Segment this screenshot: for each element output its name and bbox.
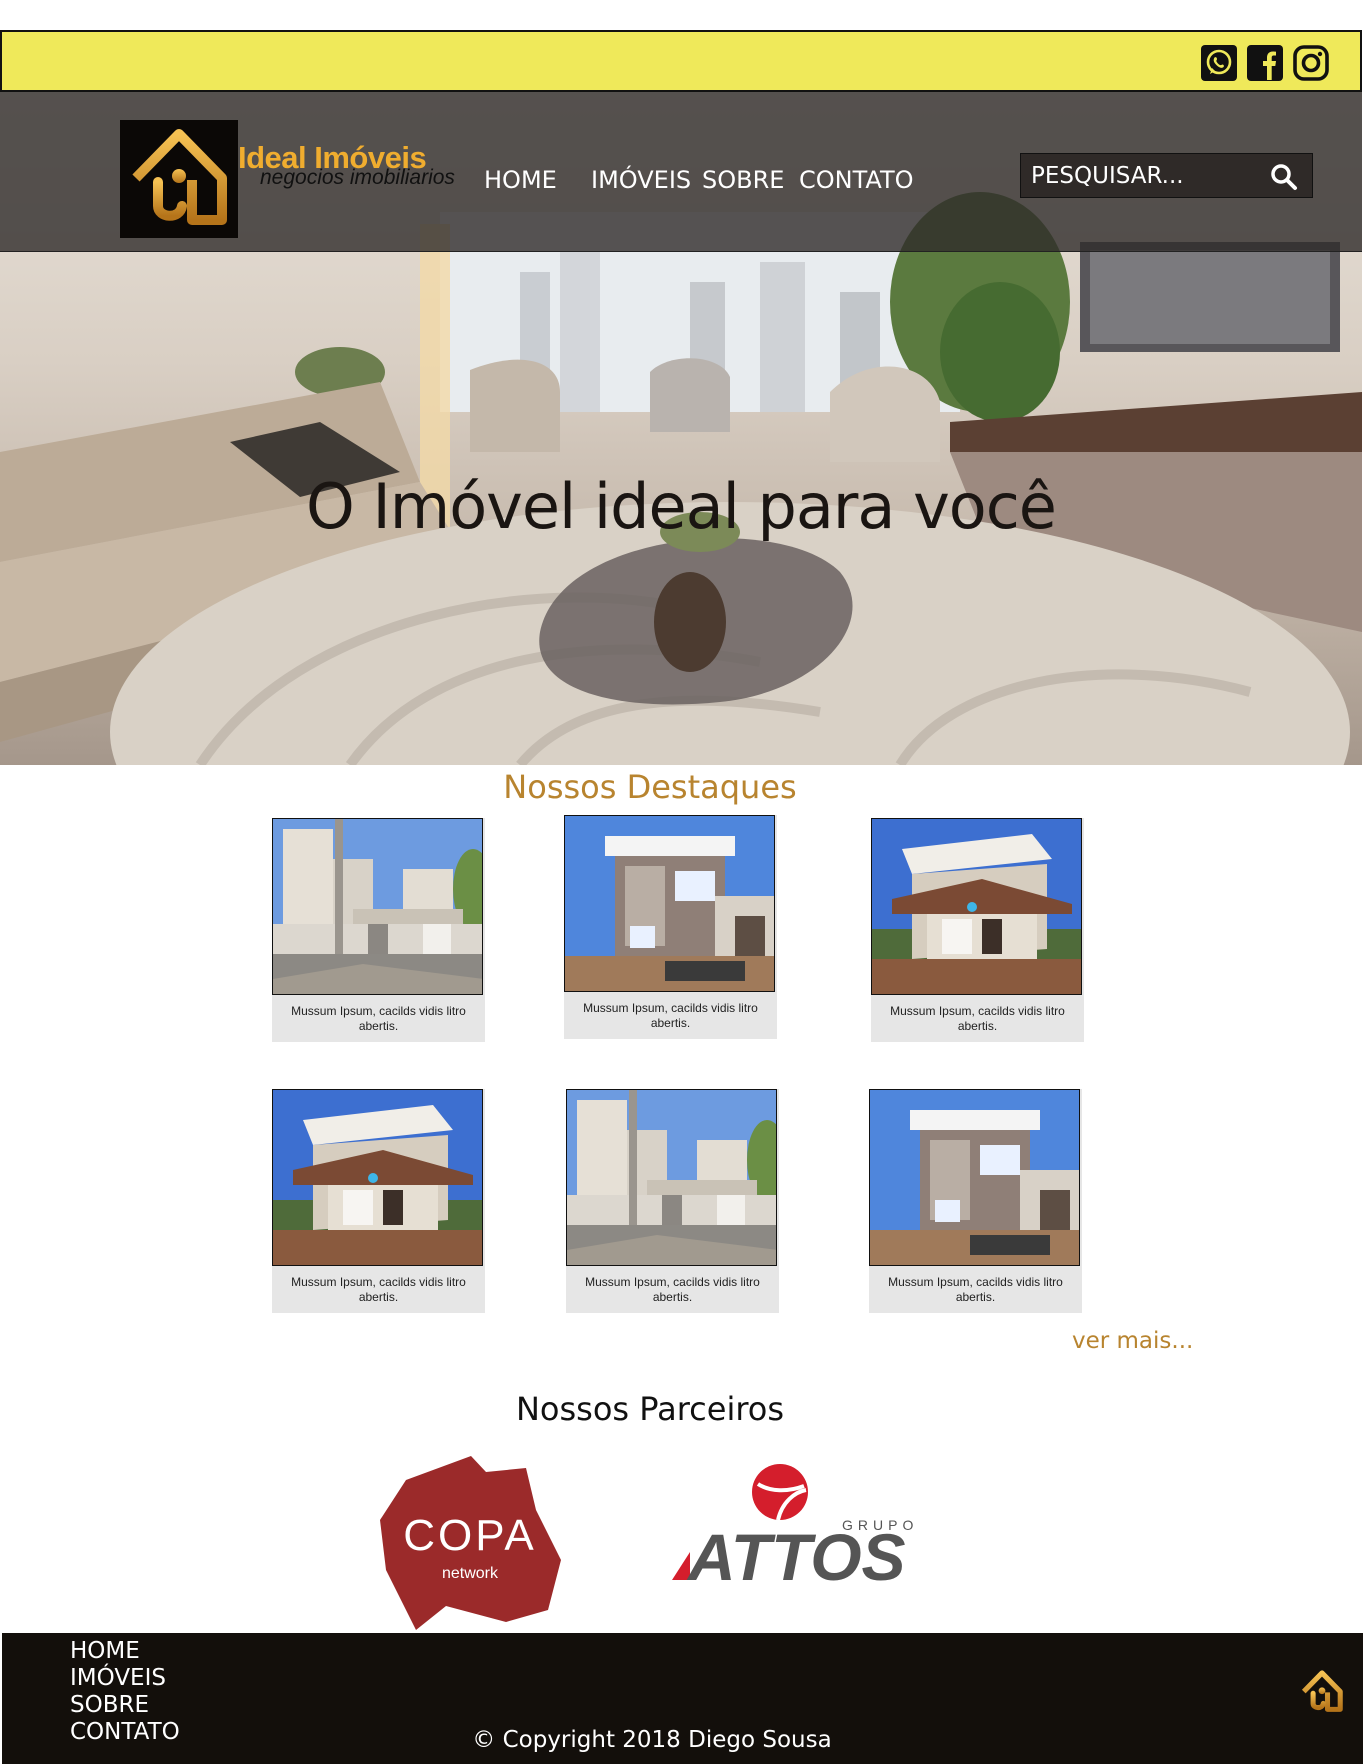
nav-home[interactable]: HOME (484, 166, 557, 194)
nav-sobre[interactable]: SOBRE (702, 166, 784, 194)
facebook-icon[interactable] (1246, 44, 1284, 82)
grupo-attos-logo[interactable]: ATTOS GRUPO (670, 1462, 940, 1596)
property-caption: Mussum Ipsum, cacilds vidis litro aberti… (291, 1275, 466, 1304)
property-caption: Mussum Ipsum, cacilds vidis litro aberti… (890, 1004, 1065, 1033)
property-card[interactable]: Mussum Ipsum, cacilds vidis litro aberti… (871, 818, 1084, 1042)
search-box (1020, 153, 1313, 198)
nav-imoveis[interactable]: IMÓVEIS (591, 166, 691, 194)
logo[interactable] (120, 120, 238, 238)
property-caption: Mussum Ipsum, cacilds vidis litro aberti… (888, 1275, 1063, 1304)
property-card[interactable]: Mussum Ipsum, cacilds vidis litro aberti… (272, 1089, 485, 1313)
copa-network-logo[interactable]: COPA network (376, 1450, 566, 1634)
footer-link-sobre[interactable]: SOBRE (70, 1692, 180, 1719)
partners-title: Nossos Parceiros (515, 1390, 785, 1428)
copa-text: COPA (403, 1511, 536, 1560)
hero-title: O Imóvel ideal para você (306, 470, 1057, 543)
grupo-text: GRUPO (842, 1517, 918, 1533)
search-icon[interactable] (1270, 163, 1298, 191)
house-logo-icon (132, 129, 227, 225)
instagram-icon[interactable] (1292, 44, 1330, 82)
logo-slogan: negocios imobiliarios (260, 166, 455, 189)
copa-network-text: network (442, 1565, 499, 1582)
logo-text[interactable]: Ideal Imóveis negocios imobiliarios (238, 140, 455, 190)
property-photo[interactable] (272, 818, 483, 995)
property-caption: Mussum Ipsum, cacilds vidis litro aberti… (583, 1001, 758, 1030)
featured-title: Nossos Destaques (503, 768, 797, 806)
see-more-link[interactable]: ver mais... (1072, 1328, 1193, 1354)
property-photo[interactable] (566, 1089, 777, 1266)
footer-link-home[interactable]: HOME (70, 1638, 180, 1665)
property-photo[interactable] (869, 1089, 1080, 1266)
property-photo[interactable] (871, 818, 1082, 995)
top-navigation: Ideal Imóveis negocios imobiliarios HOME… (0, 92, 1362, 252)
social-bar (0, 30, 1362, 92)
property-photo[interactable] (564, 815, 775, 992)
footer: HOME IMÓVEIS SOBRE CONTATO © Copyright 2… (2, 1633, 1363, 1764)
copyright: © Copyright 2018 Diego Sousa (472, 1727, 832, 1753)
footer-logo-icon[interactable] (1297, 1663, 1347, 1721)
property-card[interactable]: Mussum Ipsum, cacilds vidis litro aberti… (272, 818, 485, 1042)
property-card[interactable]: Mussum Ipsum, cacilds vidis litro aberti… (564, 815, 777, 1039)
property-photo[interactable] (272, 1089, 483, 1266)
footer-link-imoveis[interactable]: IMÓVEIS (70, 1665, 180, 1692)
property-card[interactable]: Mussum Ipsum, cacilds vidis litro aberti… (566, 1089, 779, 1313)
whatsapp-icon[interactable] (1200, 44, 1238, 82)
property-caption: Mussum Ipsum, cacilds vidis litro aberti… (291, 1004, 466, 1033)
social-icons (1200, 44, 1330, 82)
search-input[interactable] (1031, 159, 1261, 193)
property-caption: Mussum Ipsum, cacilds vidis litro aberti… (585, 1275, 760, 1304)
property-card[interactable]: Mussum Ipsum, cacilds vidis litro aberti… (869, 1089, 1082, 1313)
nav-contato[interactable]: CONTATO (799, 166, 914, 194)
